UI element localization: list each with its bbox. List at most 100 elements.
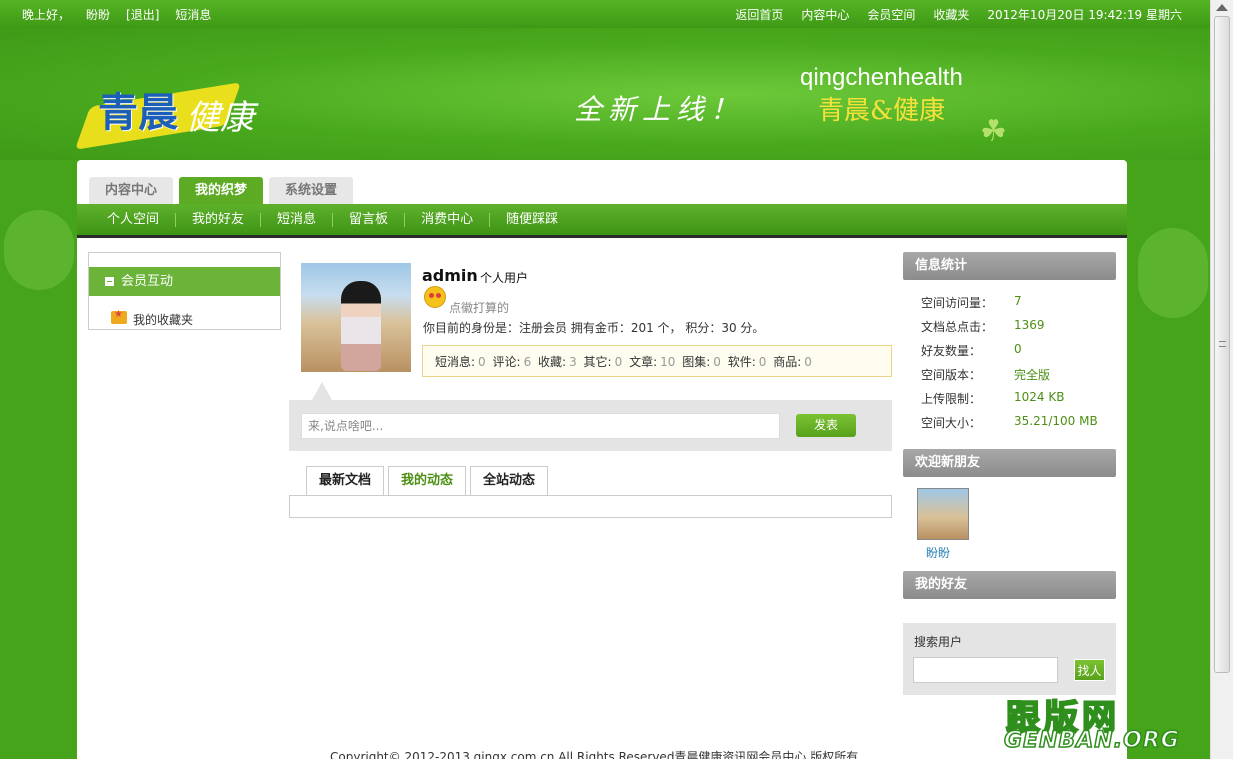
stat-key: 文档总点击：	[921, 320, 994, 334]
cloud-decoration-left	[4, 210, 74, 290]
info-stats: 空间访问量： 7 文档总点击： 1369 好友数量： 0 空间版本： 完全版 上传限制：…	[921, 294, 1098, 438]
logo-text-1: 青晨	[98, 89, 178, 136]
stat-label: 其它:	[583, 355, 612, 369]
vertical-scrollbar[interactable]	[1210, 0, 1233, 759]
stat-key: 空间大小：	[921, 416, 982, 430]
stat-value[interactable]: 3	[569, 355, 577, 369]
tab-site-activity[interactable]: 全站动态	[470, 466, 549, 496]
stat-val: 1024 KB	[1014, 390, 1065, 404]
stat-label: 文章:	[629, 355, 658, 369]
stats-title: 信息统计	[903, 252, 1116, 280]
left-menu: 会员互动 我的收藏夹	[88, 252, 281, 330]
scroll-up-icon[interactable]	[1216, 4, 1228, 11]
folder-star-icon	[111, 309, 127, 324]
collapse-icon[interactable]	[105, 277, 114, 286]
stat-value[interactable]: 0	[615, 355, 623, 369]
watermark-en: GENBAN.ORG	[1003, 727, 1180, 754]
stat-value[interactable]: 10	[660, 355, 675, 369]
stat-val: 1369	[1014, 318, 1045, 332]
scrollbar-thumb[interactable]	[1214, 16, 1230, 673]
left-menu-header-label: 会员互动	[121, 274, 174, 289]
banner: 青晨 健康 全新上线！ qingchenhealth 青晨&健康 ☘	[0, 28, 1210, 160]
subnav-personal-space[interactable]: 个人空间	[91, 212, 177, 227]
member-space-link[interactable]: 会员空间	[867, 6, 915, 23]
feed-tabs: 最新文档 我的动态 全站动态	[306, 466, 549, 496]
new-friends-title: 欢迎新朋友	[903, 449, 1116, 477]
home-link[interactable]: 返回首页	[735, 6, 783, 23]
user-avatar[interactable]	[301, 263, 411, 372]
stat-row: 文档总点击： 1369	[921, 318, 1098, 342]
stat-value[interactable]: 0	[759, 355, 767, 369]
stat-val: 7	[1014, 294, 1022, 308]
copyright-text: Copyright© 2012-2013 qingx.com.cn All Ri…	[330, 750, 859, 759]
profile-user-type: 个人用户	[480, 271, 529, 285]
stat-value[interactable]: 0	[478, 355, 486, 369]
messages-link[interactable]: 短消息	[175, 6, 211, 23]
stat-row: 空间访问量： 7	[921, 294, 1098, 318]
profile-username[interactable]: admin	[422, 266, 478, 285]
stat-key: 好友数量：	[921, 344, 982, 358]
stat-label: 评论:	[492, 355, 521, 369]
status-input[interactable]: 来,说点啥吧...	[301, 413, 780, 439]
stat-key: 上传限制：	[921, 392, 982, 406]
find-user-button[interactable]: 找人	[1074, 659, 1105, 681]
status-post-box: 来,说点啥吧... 发表	[289, 400, 892, 451]
stat-row: 空间大小： 35.21/100 MB	[921, 414, 1098, 438]
tab-content-center[interactable]: 内容中心	[89, 177, 174, 204]
tab-my-dedecms[interactable]: 我的织梦	[179, 177, 264, 204]
left-menu-item-favorites[interactable]: 我的收藏夹	[111, 309, 194, 328]
tab-my-activity[interactable]: 我的动态	[388, 466, 467, 496]
stat-label: 软件:	[727, 355, 756, 369]
subnav-messages[interactable]: 短消息	[261, 212, 334, 227]
profile-mood[interactable]: 点徽打算的	[449, 299, 509, 316]
left-menu-header[interactable]: 会员互动	[89, 267, 280, 296]
stat-label: 商品:	[773, 355, 802, 369]
left-menu-item-label: 我的收藏夹	[133, 313, 194, 327]
subnav-browse[interactable]: 随便踩踩	[490, 212, 574, 227]
brand-cn-text: 青晨&健康	[818, 96, 946, 126]
stat-row: 空间版本： 完全版	[921, 366, 1098, 390]
slogan-text: 全新上线！	[574, 93, 745, 126]
subnav-consumption[interactable]: 消费中心	[405, 212, 491, 227]
stat-label: 收藏:	[538, 355, 567, 369]
user-search-box: 搜索用户 找人	[903, 623, 1116, 695]
datetime-text: 2012年10月20日 19:42:19 星期六	[987, 8, 1182, 22]
profile-stats: 短消息: 0 评论: 6 收藏: 3 其它: 0 文章: 10 图集: 0 软件: 0 商品:…	[422, 345, 892, 377]
stat-value[interactable]: 0	[713, 355, 721, 369]
username-link[interactable]: 盼盼	[86, 6, 110, 23]
stat-value[interactable]: 0	[804, 355, 812, 369]
subnav-my-friends[interactable]: 我的好友	[176, 212, 262, 227]
main-tabs: 内容中心 我的织梦 系统设置	[89, 177, 354, 204]
site-logo[interactable]: 青晨 健康	[74, 80, 288, 160]
stat-row: 上传限制： 1024 KB	[921, 390, 1098, 414]
friend-name-link[interactable]: 盼盼	[926, 544, 950, 561]
cloud-decoration-right	[1138, 228, 1208, 318]
brand-en-text: qingchenhealth	[800, 64, 963, 91]
mood-emoji-icon	[424, 286, 446, 308]
stat-key: 空间版本：	[921, 368, 982, 382]
stat-key: 空间访问量：	[921, 296, 994, 310]
my-friends-title: 我的好友	[903, 571, 1116, 599]
stat-label: 图集:	[682, 355, 711, 369]
main-panel: 内容中心 我的织梦 系统设置 个人空间 我的好友 短消息 留言板 消费中心 随便…	[77, 160, 1127, 759]
stat-row: 好友数量： 0	[921, 342, 1098, 366]
favorites-link[interactable]: 收藏夹	[933, 6, 969, 23]
tab-latest-docs[interactable]: 最新文档	[306, 466, 385, 496]
stat-value[interactable]: 6	[524, 355, 532, 369]
top-bar: 晚上好， 盼盼 [退出] 短消息 返回首页 内容中心 会员空间 收藏夹 2012…	[0, 0, 1210, 28]
stat-val: 35.21/100 MB	[1014, 414, 1098, 428]
sub-nav: 个人空间 我的好友 短消息 留言板 消费中心 随便踩踩	[77, 204, 1127, 238]
stat-val: 完全版	[1014, 368, 1051, 382]
tab-system-settings[interactable]: 系统设置	[269, 177, 354, 204]
profile-info: 你目前的身份是：注册会员 拥有金币：201 个， 积分：30 分。	[423, 321, 765, 335]
content-center-link[interactable]: 内容中心	[801, 6, 849, 23]
stat-label: 短消息:	[435, 355, 476, 369]
search-user-label: 搜索用户	[914, 635, 963, 649]
feed-content	[289, 495, 892, 518]
logout-link[interactable]: [退出]	[126, 6, 159, 23]
clover-icon: ☘	[980, 114, 1007, 149]
post-button[interactable]: 发表	[796, 414, 856, 437]
subnav-guestbook[interactable]: 留言板	[333, 212, 406, 227]
search-user-input[interactable]	[913, 657, 1058, 683]
friend-avatar[interactable]	[917, 488, 969, 540]
